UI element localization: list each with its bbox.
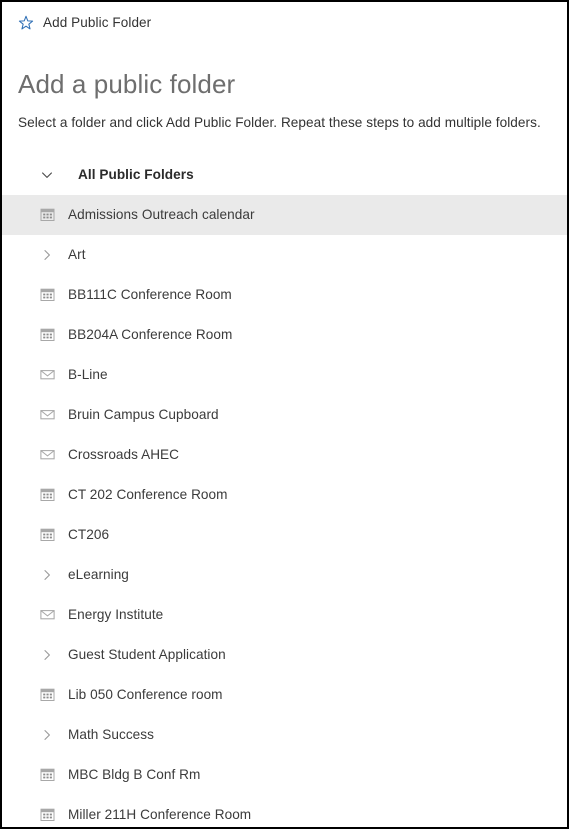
calendar-icon (34, 767, 60, 782)
tree-item-label: eLearning (68, 567, 129, 583)
tree-item[interactable]: Art (2, 235, 567, 275)
tree-item-label: Art (68, 247, 86, 263)
calendar-icon (34, 487, 60, 502)
tree-item-label: Miller 211H Conference Room (68, 807, 252, 823)
chevron-right-icon[interactable] (34, 648, 60, 662)
public-folder-tree: All Public Folders Admissions Outreach c… (2, 155, 567, 827)
envelope-icon (34, 607, 60, 622)
tree-item[interactable]: Energy Institute (2, 595, 567, 635)
calendar-icon (34, 807, 60, 822)
tree-item[interactable]: Admissions Outreach calendar (2, 194, 567, 235)
tree-item[interactable]: Bruin Campus Cupboard (2, 395, 567, 435)
tree-root-label: All Public Folders (78, 167, 194, 183)
tree-item-label: Admissions Outreach calendar (68, 207, 255, 223)
tree-root-all-public-folders[interactable]: All Public Folders (16, 155, 553, 195)
tree-item[interactable]: BB111C Conference Room (2, 275, 567, 315)
calendar-icon (34, 287, 60, 302)
add-public-folder-button[interactable]: Add Public Folder (16, 8, 155, 38)
tree-item[interactable]: CT206 (2, 515, 567, 555)
calendar-icon (34, 327, 60, 342)
tree-item-label: BB204A Conference Room (68, 327, 233, 343)
tree-item[interactable]: Math Success (2, 715, 567, 755)
page-body: Add a public folder Select a folder and … (2, 69, 567, 827)
tree-item[interactable]: B-Line (2, 355, 567, 395)
tree-item-label: BB111C Conference Room (68, 287, 232, 303)
tree-item-label: CT 202 Conference Room (68, 487, 228, 503)
star-outline-icon (18, 15, 34, 31)
tree-item-label: Math Success (68, 727, 154, 743)
tree-item[interactable]: Lib 050 Conference room (2, 675, 567, 715)
tree-item-label: Bruin Campus Cupboard (68, 407, 219, 423)
calendar-icon (34, 207, 60, 222)
tree-item-list: Admissions Outreach calendar Art BB111C Co… (2, 194, 567, 827)
page-instructions: Select a folder and click Add Public Fol… (18, 115, 541, 131)
envelope-icon (34, 407, 60, 422)
tree-item[interactable]: Crossroads AHEC (2, 435, 567, 475)
tree-item[interactable]: CT 202 Conference Room (2, 475, 567, 515)
calendar-icon (34, 687, 60, 702)
tree-item-label: B-Line (68, 367, 108, 383)
chevron-right-icon[interactable] (34, 728, 60, 742)
tree-item-label: CT206 (68, 527, 110, 543)
tree-item-label: MBC Bldg B Conf Rm (68, 767, 201, 783)
tree-item-label: Guest Student Application (68, 647, 226, 663)
tree-item[interactable]: Miller 211H Conference Room (2, 795, 567, 827)
calendar-icon (34, 527, 60, 542)
tree-item[interactable]: eLearning (2, 555, 567, 595)
tree-item[interactable]: Guest Student Application (2, 635, 567, 675)
chevron-down-icon[interactable] (34, 168, 60, 182)
envelope-icon (34, 447, 60, 462)
add-public-folder-button-label: Add Public Folder (43, 15, 152, 30)
chevron-right-icon[interactable] (34, 248, 60, 262)
tree-item-label: Crossroads AHEC (68, 447, 180, 463)
tree-item[interactable]: BB204A Conference Room (2, 315, 567, 355)
page-title: Add a public folder (18, 69, 236, 99)
tree-item-label: Energy Institute (68, 607, 164, 623)
tree-item-label: Lib 050 Conference room (68, 687, 223, 703)
envelope-icon (34, 367, 60, 382)
command-bar: Add Public Folder (2, 2, 567, 43)
add-public-folder-dialog: Add Public Folder Add a public folder Se… (0, 0, 569, 829)
chevron-right-icon[interactable] (34, 568, 60, 582)
tree-item[interactable]: MBC Bldg B Conf Rm (2, 755, 567, 795)
